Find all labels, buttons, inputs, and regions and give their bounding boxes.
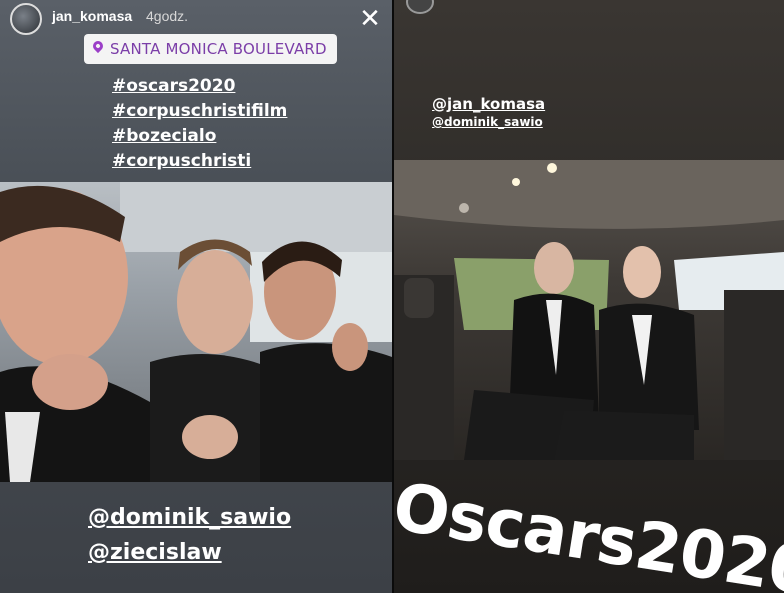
location-sticker[interactable]: SANTA MONICA BOULEVARD: [84, 34, 337, 64]
mention-list: @dominik_sawio @ziecislaw: [88, 500, 291, 570]
post-time: 4godz.: [146, 8, 189, 24]
car-interior-photo: [394, 160, 784, 460]
hashtag-link[interactable]: #bozecialo: [112, 124, 287, 149]
hashtag-link[interactable]: #oscars2020: [112, 74, 287, 99]
user-avatar[interactable]: [10, 3, 42, 35]
hashtag-list: #oscars2020 #corpuschristifilm #bozecial…: [112, 74, 287, 174]
hashtag-link[interactable]: #corpuschristi: [112, 149, 287, 174]
mention-link[interactable]: @jan_komasa: [432, 94, 545, 114]
right-story-panel: @jan_komasa @dominik_sawio Oscars2020: [394, 0, 784, 593]
mention-link[interactable]: @dominik_sawio: [88, 500, 291, 535]
oscars-sticker: Oscars2020: [394, 468, 784, 593]
mention-link[interactable]: @ziecislaw: [88, 535, 291, 570]
username[interactable]: jan_komasa: [52, 8, 132, 24]
location-pin-icon: [90, 38, 106, 54]
mention-link[interactable]: @dominik_sawio: [432, 114, 545, 130]
mention-list: @jan_komasa @dominik_sawio: [432, 94, 545, 130]
location-label: SANTA MONICA BOULEVARD: [110, 40, 327, 58]
close-icon[interactable]: ✕: [356, 4, 384, 32]
left-story-panel: jan_komasa 4godz. ✕ SANTA MONICA BOULEVA…: [0, 0, 392, 593]
hashtag-link[interactable]: #corpuschristifilm: [112, 99, 287, 124]
user-avatar[interactable]: [406, 0, 434, 14]
selfie-photo: [0, 182, 392, 482]
